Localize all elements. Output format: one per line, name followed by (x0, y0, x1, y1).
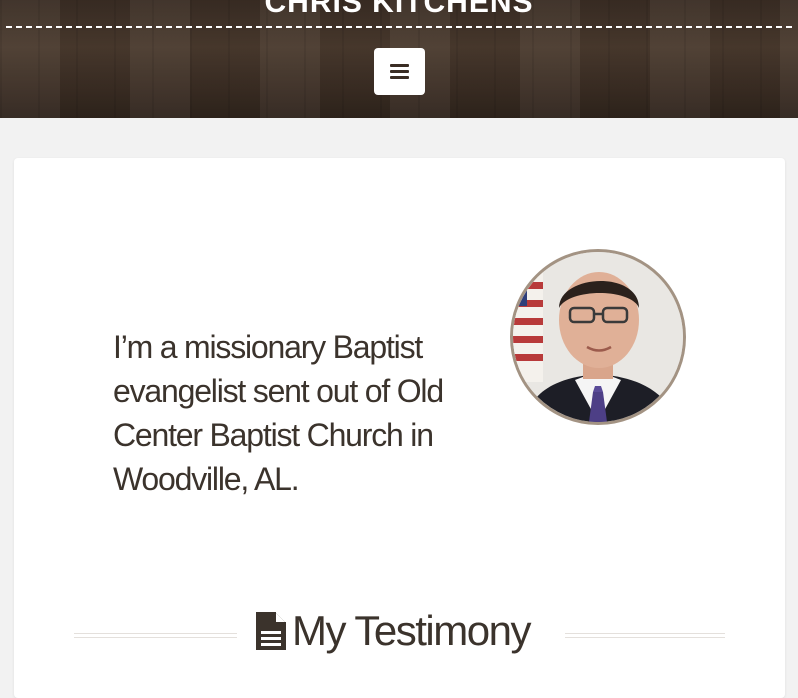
site-header: CHRIS KITCHENS (0, 0, 798, 118)
content-card: I’m a missionary Baptist evangelist sent… (14, 158, 785, 698)
document-icon (256, 612, 286, 650)
testimony-heading: My Testimony (292, 607, 531, 654)
menu-toggle-button[interactable] (374, 48, 425, 95)
heading-rule-left (74, 633, 237, 638)
heading-rule-right (565, 633, 725, 638)
header-dashed-divider (6, 26, 792, 28)
testimony-section-heading: My Testimony (74, 601, 725, 661)
flag-graphic (513, 272, 543, 382)
site-title[interactable]: CHRIS KITCHENS (0, 0, 798, 20)
intro-text: I’m a missionary Baptist evangelist sent… (113, 329, 444, 497)
profile-photo-image (513, 252, 683, 422)
profile-photo (510, 249, 686, 425)
